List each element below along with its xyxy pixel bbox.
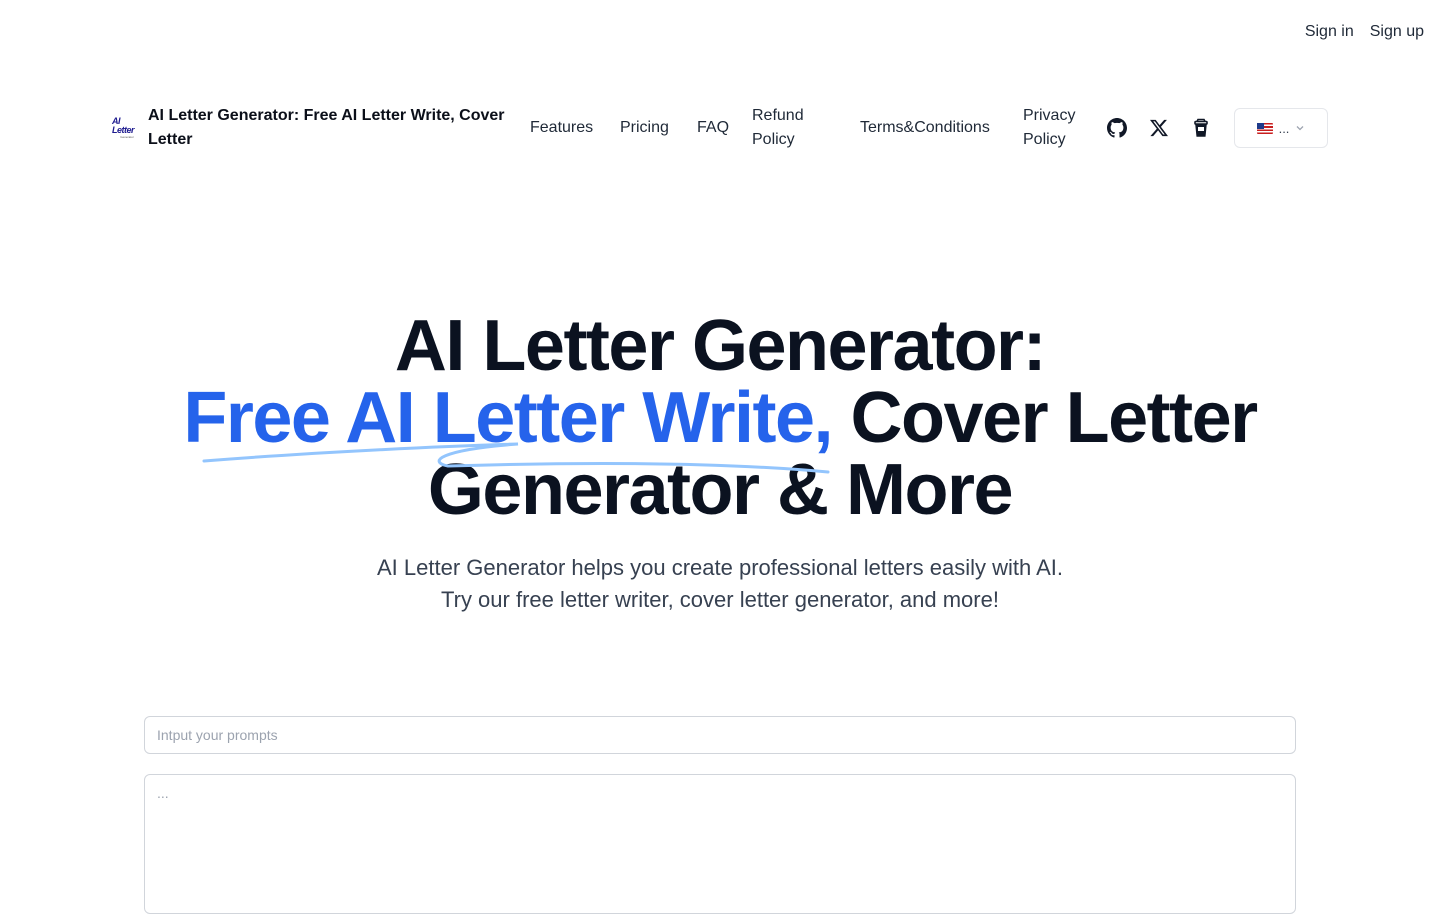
hero-heading: AI Letter Generator: Free AI Letter Writ…: [0, 310, 1440, 526]
navbar: AI Letter Generator AI Letter Generator:…: [112, 104, 1328, 152]
nav-privacy-policy[interactable]: Privacy Policy: [1023, 104, 1093, 152]
brand-title: AI Letter Generator: Free AI Letter Writ…: [148, 107, 505, 148]
auth-bar: Sign in Sign up: [1305, 20, 1424, 44]
nav-terms-conditions[interactable]: Terms&Conditions: [860, 116, 990, 140]
hero-heading-line3: Generator & More: [427, 450, 1014, 530]
nav-pricing[interactable]: Pricing: [620, 116, 669, 140]
nav-faq[interactable]: FAQ: [697, 116, 729, 140]
coffee-cup-icon[interactable]: [1190, 117, 1212, 139]
x-icon[interactable]: [1148, 117, 1170, 139]
prompt-input[interactable]: [144, 716, 1296, 754]
brand-home-link[interactable]: AI Letter Generator AI Letter Generator:…: [112, 104, 518, 152]
hero-heading-line2-rest: Cover Letter: [832, 378, 1259, 458]
brand-logo-text: AI Letter: [112, 116, 135, 135]
chevron-down-icon: [1296, 126, 1304, 131]
language-selected-label: ...: [1278, 120, 1290, 136]
hero-subtitle: AI Letter Generator helps you create pro…: [0, 552, 1440, 616]
hero: AI Letter Generator: Free AI Letter Writ…: [0, 310, 1440, 526]
hero-heading-line1: AI Letter Generator:: [394, 306, 1047, 386]
hero-subtitle-line2: Try our free letter writer, cover letter…: [441, 587, 999, 612]
hero-heading-highlight: Free AI Letter Write,: [183, 378, 833, 458]
sign-up-link[interactable]: Sign up: [1370, 20, 1424, 44]
language-select[interactable]: ...: [1234, 108, 1328, 148]
brand-logo-subtext: Generator: [120, 135, 134, 139]
nav-features[interactable]: Features: [530, 116, 593, 140]
us-flag-icon: [1256, 122, 1273, 134]
github-icon[interactable]: [1106, 117, 1128, 139]
brand-logo: AI Letter Generator: [112, 116, 142, 140]
nav-refund-policy[interactable]: Refund Policy: [752, 104, 836, 152]
letter-output-textarea[interactable]: [144, 774, 1296, 914]
hero-subtitle-line1: AI Letter Generator helps you create pro…: [376, 555, 1064, 580]
sign-in-link[interactable]: Sign in: [1305, 20, 1354, 44]
